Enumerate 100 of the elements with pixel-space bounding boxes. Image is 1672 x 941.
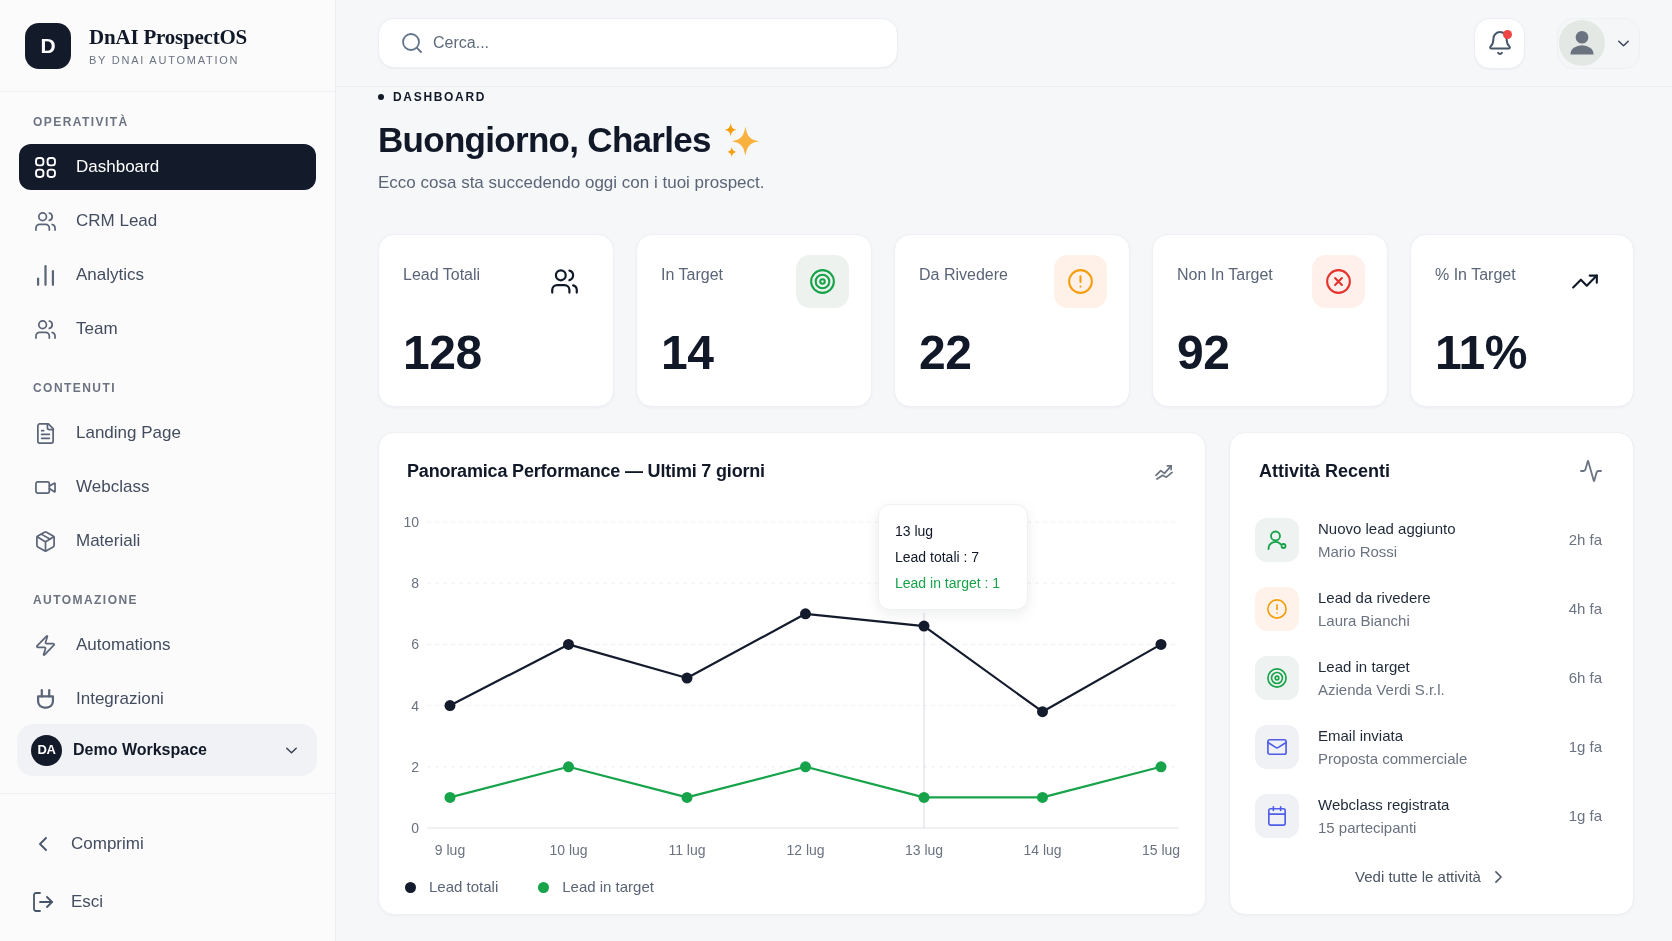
mail-icon bbox=[1255, 725, 1299, 769]
cube-icon bbox=[35, 530, 56, 552]
search-field[interactable]: Cerca... bbox=[378, 18, 898, 68]
trend-chart-icon bbox=[1155, 462, 1174, 480]
breadcrumb: DASHBOARD bbox=[393, 90, 487, 104]
stat-label: Da Rivedere bbox=[919, 265, 1008, 285]
data-point bbox=[918, 620, 930, 632]
grid-icon bbox=[35, 156, 56, 178]
axis-label: 14 lug bbox=[1023, 842, 1062, 858]
collapse-button[interactable]: Comprimi bbox=[0, 821, 335, 867]
page-subtitle: Ecco cosa sta succedendo oggi con i tuoi prospect. bbox=[378, 172, 765, 194]
axis-label: 11 lug bbox=[668, 842, 706, 858]
sidebar-item[interactable]: Integrazioni bbox=[19, 676, 316, 722]
sidebar-item[interactable]: CRM Lead bbox=[19, 198, 316, 244]
sidebar-item[interactable]: Dashboard bbox=[19, 144, 316, 190]
activity-time: 1g fa bbox=[1568, 737, 1602, 757]
users-icon bbox=[35, 210, 56, 232]
document-icon bbox=[35, 422, 56, 444]
axis-label: 10 bbox=[403, 514, 419, 530]
bell-icon bbox=[1488, 31, 1511, 55]
sidebar-item[interactable]: Analytics bbox=[19, 252, 316, 298]
logo-mark: D bbox=[25, 22, 71, 69]
notifications-button[interactable] bbox=[1474, 17, 1525, 69]
activity-detail: Laura Bianchi bbox=[1318, 610, 1411, 631]
view-all-link[interactable]: Vedi tutte le attività bbox=[1355, 867, 1502, 887]
data-point bbox=[918, 791, 930, 803]
data-point bbox=[681, 791, 693, 803]
activity-title: Nuovo lead aggiunto bbox=[1318, 518, 1456, 539]
sparkles-icon bbox=[724, 123, 759, 157]
sidebar-item[interactable]: Automations bbox=[19, 622, 316, 668]
activity-detail: Azienda Verdi S.r.l. bbox=[1318, 679, 1445, 700]
data-point bbox=[681, 672, 693, 684]
plug-icon bbox=[35, 688, 56, 710]
users-icon bbox=[35, 318, 56, 340]
stat-value: 11% bbox=[1435, 328, 1527, 378]
search-icon bbox=[402, 33, 422, 53]
axis-label: 4 bbox=[411, 697, 419, 714]
data-point bbox=[563, 638, 574, 650]
calendar-icon bbox=[1255, 794, 1299, 838]
section-label: CONTENUTI bbox=[32, 380, 117, 396]
stat-label: Non In Target bbox=[1177, 265, 1273, 285]
page-title: Buongiorno, Charles bbox=[378, 119, 711, 161]
axis-label: 8 bbox=[411, 575, 419, 592]
axis-label: 6 bbox=[411, 636, 419, 653]
chevron-down-icon bbox=[286, 746, 297, 754]
activity-title: Lead in target bbox=[1318, 656, 1411, 677]
stat-value: 22 bbox=[919, 328, 972, 378]
data-point bbox=[563, 761, 574, 773]
workspace-avatar: DA bbox=[31, 734, 62, 766]
target-icon bbox=[1255, 656, 1299, 700]
data-point bbox=[1155, 761, 1167, 773]
legend-label: Lead totali bbox=[429, 877, 499, 897]
axis-label: 13 lug bbox=[904, 842, 944, 858]
data-point bbox=[1037, 706, 1048, 718]
activity-time: 4h fa bbox=[1568, 599, 1602, 619]
sidebar-item[interactable]: Webclass bbox=[19, 464, 316, 510]
lightning-icon bbox=[35, 634, 56, 656]
stat-label: In Target bbox=[661, 265, 723, 285]
data-point bbox=[800, 608, 811, 620]
section-label: AUTOMAZIONE bbox=[32, 592, 139, 608]
tooltip-line: Lead in target : 1 bbox=[895, 574, 1002, 593]
activity-detail: 15 partecipanti bbox=[1318, 817, 1418, 838]
activity-detail: Proposta commerciale bbox=[1318, 748, 1468, 769]
target-icon bbox=[796, 255, 849, 308]
legend-label: Lead in target bbox=[562, 877, 654, 897]
data-point bbox=[800, 761, 811, 773]
app-tagline: BY DNAI AUTOMATION bbox=[89, 52, 241, 67]
section-label: OPERATIVITÀ bbox=[32, 114, 130, 130]
axis-label: 12 lug bbox=[786, 842, 825, 858]
profile-menu-button[interactable] bbox=[1557, 17, 1640, 69]
axis-label: 0 bbox=[411, 820, 419, 836]
axis-label: 9 lug bbox=[434, 842, 466, 858]
avatar-icon bbox=[1559, 20, 1605, 66]
stat-value: 92 bbox=[1177, 328, 1230, 378]
activity-detail: Mario Rossi bbox=[1318, 541, 1399, 562]
data-point bbox=[1037, 791, 1048, 803]
activity-time: 6h fa bbox=[1568, 668, 1602, 688]
activity-title: Lead da rivedere bbox=[1318, 587, 1431, 608]
logout-button[interactable]: Esci bbox=[0, 879, 335, 925]
axis-label: 2 bbox=[411, 758, 419, 775]
pulse-icon bbox=[1580, 460, 1602, 482]
logout-icon bbox=[33, 892, 53, 912]
stat-value: 128 bbox=[403, 328, 482, 378]
workspace-switcher[interactable]: DA Demo Workspace bbox=[17, 724, 317, 776]
tooltip-line: Lead totali : 7 bbox=[895, 548, 981, 567]
app-name: DnAI ProspectOS bbox=[89, 24, 248, 49]
sidebar-item[interactable]: Materiali bbox=[19, 518, 316, 564]
user-icon bbox=[1255, 518, 1299, 562]
bar-chart-icon bbox=[35, 264, 56, 286]
chevron-left-icon bbox=[39, 837, 47, 851]
chevron-right-icon bbox=[1494, 871, 1502, 883]
chevron-down-icon bbox=[1618, 39, 1629, 47]
data-point bbox=[1155, 638, 1167, 650]
trending-up-icon bbox=[1571, 274, 1598, 289]
activity-title: Webclass registrata bbox=[1318, 794, 1450, 815]
sidebar-item[interactable]: Team bbox=[19, 306, 316, 352]
axis-label: 15 lug bbox=[1141, 842, 1181, 858]
sidebar-item[interactable]: Landing Page bbox=[19, 410, 316, 456]
data-point bbox=[444, 791, 456, 803]
activity-time: 2h fa bbox=[1568, 530, 1602, 550]
